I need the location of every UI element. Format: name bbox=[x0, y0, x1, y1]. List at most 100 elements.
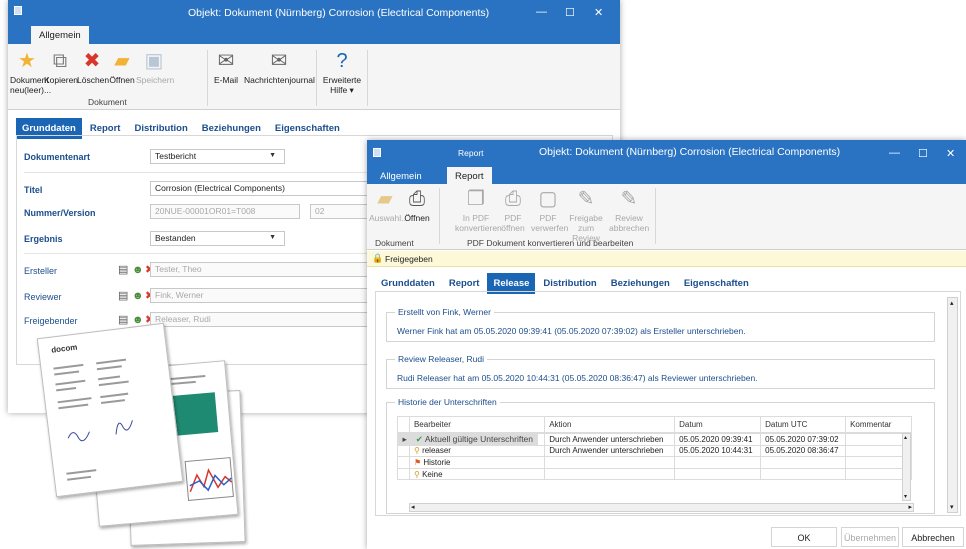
action-cell: Durch Anwender unterschrieben bbox=[544, 444, 676, 458]
scroll-up-icon[interactable]: ▴ bbox=[950, 299, 954, 307]
release-review-button[interactable]: ✎ Freigabe zum Review bbox=[567, 188, 605, 243]
date-cell bbox=[674, 467, 762, 481]
review-signature-text: Rudi Releaser hat am 05.05.2020 10:44:31… bbox=[397, 373, 758, 383]
section-legend: Erstellt von Fink, Werner bbox=[395, 307, 494, 317]
ribbon-separator bbox=[367, 50, 368, 106]
chevron-down-icon: ▼ bbox=[269, 234, 276, 241]
email-button[interactable]: ✉ E-Mail bbox=[211, 50, 241, 85]
ribbon-tab-allgemein[interactable]: Allgemein bbox=[31, 26, 89, 45]
doctype-combo[interactable]: Testbericht ▼ bbox=[150, 149, 285, 164]
result-combo[interactable]: Bestanden ▼ bbox=[150, 231, 285, 246]
graph-thumbnail bbox=[184, 457, 234, 501]
user-card-icon[interactable]: ▤ bbox=[118, 290, 128, 302]
group-row[interactable]: ▸ ✔ Aktuell gültige Unterschriften bbox=[397, 433, 539, 446]
help-icon: ? bbox=[336, 50, 348, 72]
column-header[interactable]: Datum bbox=[674, 416, 762, 433]
reviewer-field: Fink, Werner bbox=[150, 288, 380, 303]
number-version-label: Nummer/Version bbox=[24, 208, 96, 218]
pdf-open-button[interactable]: ⎙ PDF öffnen bbox=[499, 188, 527, 233]
user-card-icon[interactable]: ▤ bbox=[118, 314, 128, 326]
close-button[interactable]: ✕ bbox=[946, 147, 955, 160]
action-cell bbox=[544, 467, 676, 481]
signature-scribbles bbox=[67, 420, 133, 442]
table-row[interactable]: ⚲ releaser Durch Anwender unterschrieben… bbox=[397, 444, 912, 458]
new-document-button[interactable]: ★ Dokument neu(leer)... bbox=[10, 50, 51, 95]
ribbon: ▰ Auswahl... ⎙ Öffnen ❐ In PDF konvertie… bbox=[367, 184, 966, 250]
copy-button[interactable]: ⧉ Kopieren bbox=[44, 50, 78, 85]
scroll-down-icon[interactable]: ▾ bbox=[950, 503, 954, 511]
report-window-front: Report Objekt: Dokument (Nürnberg) Corro… bbox=[367, 140, 966, 549]
open-report-button[interactable]: ⎙ Öffnen bbox=[403, 188, 431, 223]
ribbon-separator bbox=[207, 50, 208, 106]
review-section: Review Releaser, Rudi Rudi Releaser hat … bbox=[386, 354, 935, 389]
folder-icon: ▰ bbox=[114, 50, 130, 72]
save-button[interactable]: ▣ Speichern bbox=[136, 50, 174, 85]
scroll-up-icon[interactable]: ▴ bbox=[904, 434, 907, 441]
apply-button[interactable]: Übernehmen bbox=[841, 527, 899, 547]
select-button[interactable]: ▰ Auswahl... bbox=[369, 188, 408, 223]
releaser-label: Freigebender bbox=[24, 316, 78, 326]
journal-icon: ✉ bbox=[270, 50, 288, 72]
number-field: 20NUE-00001OR01=T008 bbox=[150, 204, 300, 219]
pdf-open-icon: ⎙ bbox=[505, 188, 521, 210]
created-signature-text: Werner Fink hat am 05.05.2020 09:39:41 (… bbox=[397, 326, 746, 336]
cancel-button[interactable]: Abbrechen bbox=[902, 527, 964, 547]
action-cell bbox=[544, 456, 676, 469]
scroll-right-icon[interactable]: ▸ bbox=[908, 503, 912, 511]
utc-cell: 05.05.2020 07:39:02 bbox=[760, 433, 847, 446]
column-header[interactable]: Datum UTC bbox=[760, 416, 847, 433]
cancel-review-button[interactable]: ✎ Review abbrechen bbox=[609, 188, 649, 233]
title-field[interactable]: Corrosion (Electrical Components) bbox=[150, 181, 380, 196]
user-select-icon[interactable]: ☻ bbox=[132, 264, 144, 276]
user-select-icon[interactable]: ☻ bbox=[132, 290, 144, 302]
panel-vertical-scrollbar[interactable]: ▴ ▾ bbox=[947, 297, 958, 513]
user-card-icon[interactable]: ▤ bbox=[118, 264, 128, 276]
date-cell bbox=[674, 456, 762, 469]
delete-button[interactable]: ✖ Löschen bbox=[77, 50, 109, 85]
ok-button[interactable]: OK bbox=[771, 527, 837, 547]
table-row[interactable]: ⚲ Keine bbox=[397, 467, 912, 481]
result-label: Ergebnis bbox=[24, 234, 63, 244]
name-cell: ⚲ Keine bbox=[408, 467, 546, 481]
user-select-icon[interactable]: ☻ bbox=[132, 314, 144, 326]
maximize-button[interactable]: ☐ bbox=[918, 147, 928, 160]
extended-help-button[interactable]: ? Erweiterte Hilfe ▾ bbox=[322, 50, 362, 95]
table-horizontal-scrollbar[interactable]: ◂ ▸ bbox=[409, 503, 914, 512]
created-by-section: Erstellt von Fink, Werner Werner Fink ha… bbox=[386, 307, 935, 342]
table-vertical-scrollbar[interactable]: ▴ ▾ bbox=[902, 433, 911, 501]
utc-cell: 05.05.2020 08:36:47 bbox=[760, 444, 847, 458]
convert-to-pdf-button[interactable]: ❐ In PDF konvertieren bbox=[455, 188, 502, 233]
column-header[interactable]: Bearbeiter bbox=[408, 416, 546, 433]
close-button[interactable]: ✕ bbox=[594, 6, 603, 19]
column-header[interactable]: Kommentar bbox=[845, 416, 912, 433]
status-bar: 🔒 Freigegeben bbox=[367, 251, 966, 267]
ribbon-group-label: PDF Dokument konvertieren und bearbeiten bbox=[467, 238, 634, 248]
title-label: Titel bbox=[24, 185, 43, 195]
graph-lines bbox=[189, 468, 233, 492]
scroll-left-icon[interactable]: ◂ bbox=[411, 503, 415, 511]
magnifier-icon: ⚲ bbox=[413, 446, 420, 456]
name-cell: ⚲ releaser bbox=[408, 444, 546, 458]
maximize-button[interactable]: ☐ bbox=[565, 6, 575, 19]
action-cell: Durch Anwender unterschrieben bbox=[544, 433, 676, 446]
pdf-discard-button[interactable]: ▢ PDF verwerfen bbox=[531, 188, 568, 233]
date-cell: 05.05.2020 10:44:31 bbox=[674, 444, 762, 458]
scroll-down-icon[interactable]: ▾ bbox=[904, 493, 907, 500]
pdf-convert-icon: ❐ bbox=[467, 188, 485, 210]
message-journal-button[interactable]: ✉ Nachrichtenjournal bbox=[244, 50, 315, 85]
column-header[interactable]: Aktion bbox=[544, 416, 676, 433]
minimize-button[interactable]: — bbox=[536, 6, 547, 18]
name-cell: ⚑ Historie bbox=[408, 456, 546, 469]
table-row[interactable]: ⚑ Historie bbox=[397, 456, 912, 469]
star-icon: ★ bbox=[18, 50, 36, 72]
ribbon-group-label: Dokument bbox=[375, 238, 414, 248]
mail-icon: ✉ bbox=[217, 50, 235, 72]
creator-label: Ersteller bbox=[24, 266, 58, 276]
folder-icon: ▰ bbox=[377, 188, 393, 210]
pdf-discard-icon: ▢ bbox=[538, 188, 558, 210]
window-title: Objekt: Dokument (Nürnberg) Corrosion (E… bbox=[188, 7, 490, 19]
pen-cancel-icon: ✎ bbox=[620, 188, 638, 210]
chevron-down-icon: ▼ bbox=[269, 152, 276, 159]
minimize-button[interactable]: — bbox=[889, 147, 900, 159]
open-button[interactable]: ▰ Öffnen bbox=[108, 50, 136, 85]
